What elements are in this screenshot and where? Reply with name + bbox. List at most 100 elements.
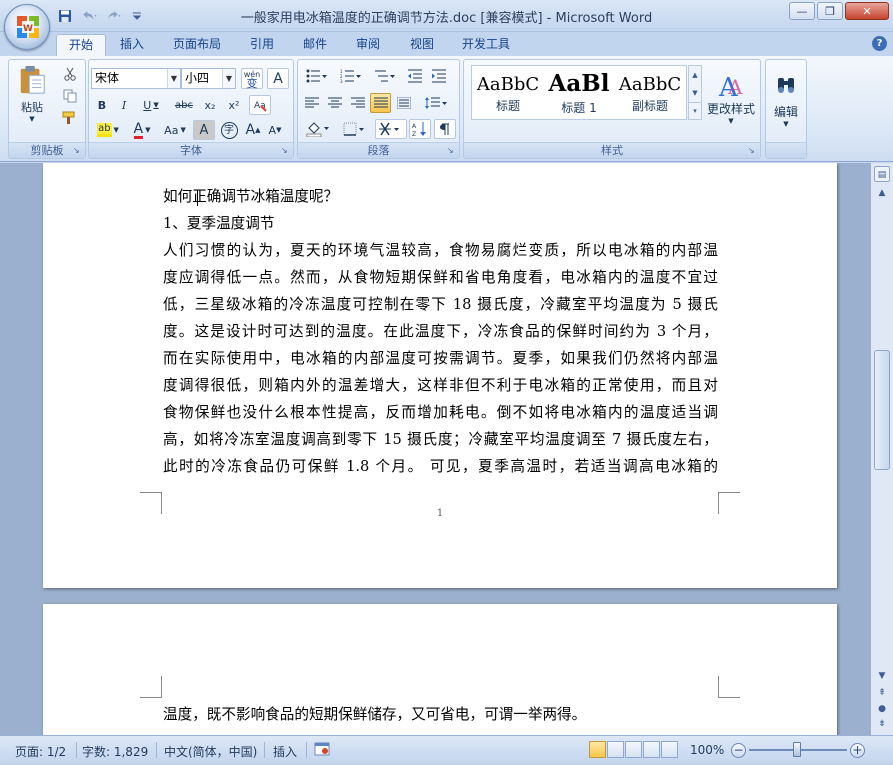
paragraph-launcher-icon[interactable]: ↘ [447, 146, 456, 155]
clear-formatting-button[interactable]: Aa [249, 95, 271, 115]
highlight-button[interactable]: ab ▼ [92, 120, 124, 140]
gallery-up-icon[interactable]: ▲ [689, 66, 701, 84]
doc-line[interactable]: 温度，既不影响食品的短期保鲜储存，又可省电，可谓一举两得。 [163, 701, 718, 728]
font-size-combo[interactable]: 小四 ▼ [181, 68, 236, 89]
page-2[interactable]: 温度，既不影响食品的短期保鲜储存，又可省电，可谓一举两得。 [43, 604, 837, 735]
grow-font-button[interactable]: A ▲ [243, 120, 263, 140]
style-subtitle[interactable]: AaBbC 副标题 [617, 68, 683, 118]
strikethrough-button[interactable]: abc [171, 95, 197, 115]
tab-view[interactable]: 视图 [398, 34, 446, 56]
previous-page-icon[interactable]: ⇞ [874, 685, 890, 701]
gallery-more-icon[interactable]: ▾ [689, 102, 701, 119]
sort-button[interactable]: AZ [409, 119, 431, 139]
superscript-button[interactable]: x² [223, 95, 245, 115]
tab-page-layout[interactable]: 页面布局 [161, 34, 233, 56]
justify-button[interactable] [370, 93, 391, 113]
language-indicator[interactable]: 中文(简体，中国) [164, 743, 257, 760]
align-right-button[interactable] [347, 93, 368, 113]
align-center-button[interactable] [324, 93, 345, 113]
enclose-characters-button[interactable]: 字 [218, 120, 240, 140]
doc-line[interactable]: 人们习惯的认为，夏天的环境气温较高，食物易腐烂变质，所以电冰箱的内部温 [163, 237, 718, 264]
font-size-dropdown-icon[interactable]: ▼ [222, 69, 235, 88]
numbering-button[interactable]: 123 [335, 66, 367, 86]
multilevel-list-button[interactable] [369, 66, 401, 86]
styles-launcher-icon[interactable]: ↘ [748, 146, 757, 155]
character-border-button[interactable]: A [267, 68, 289, 89]
underline-button[interactable]: U ▼ [137, 95, 165, 115]
macro-record-icon[interactable] [314, 741, 330, 760]
document-area[interactable]: 如何正确调节冰箱温度呢？ 1、夏季温度调节 人们习惯的认为，夏天的环境气温较高，… [0, 163, 870, 735]
bold-button[interactable]: B [92, 95, 112, 115]
outline-view-button[interactable] [643, 741, 660, 758]
zoom-in-button[interactable]: + [850, 743, 865, 758]
character-shading-button[interactable]: A [193, 120, 215, 140]
doc-line[interactable]: 1、夏季温度调节 [163, 210, 718, 237]
help-icon[interactable]: ? [872, 36, 887, 51]
style-heading1[interactable]: AaBl 标题 1 [546, 68, 612, 118]
doc-line[interactable]: 度调得很低，则箱内外的温差增大，这样非但不利于电冰箱的正常使用，而且对 [163, 372, 718, 399]
scroll-thumb[interactable] [874, 350, 890, 470]
align-left-button[interactable] [301, 93, 322, 113]
cut-button[interactable] [59, 64, 81, 84]
restore-button[interactable]: ❐ [817, 2, 843, 20]
increase-indent-button[interactable] [428, 66, 450, 86]
change-case-button[interactable]: Aa ▼ [159, 120, 191, 140]
subscript-button[interactable]: x₂ [199, 95, 221, 115]
office-button[interactable]: W [4, 4, 50, 50]
doc-line[interactable]: 度。这是设计时可达到的温度。在此温度下，冷冻食品的保鲜时间约为 3 个月， [163, 318, 718, 345]
font-name-combo[interactable]: 宋体 ▼ [91, 68, 181, 89]
shading-button[interactable] [301, 119, 335, 139]
doc-line[interactable]: 食物保鲜也没什么根本性提高，反而增加耗电。倒不如将电冰箱内的温度适当调 [163, 399, 718, 426]
web-layout-view-button[interactable] [625, 741, 642, 758]
scroll-down-icon[interactable]: ▼ [874, 668, 890, 684]
doc-line[interactable]: 度应调得低一点。然而，从食物短期保鲜和省电角度看，电冰箱内的温度不宜过 [163, 264, 718, 291]
font-launcher-icon[interactable]: ↘ [281, 146, 290, 155]
show-marks-button[interactable] [434, 119, 456, 139]
bullets-button[interactable] [301, 66, 333, 86]
page-1-text[interactable]: 如何正确调节冰箱温度呢？ 1、夏季温度调节 人们习惯的认为，夏天的环境气温较高，… [163, 183, 718, 480]
shrink-font-button[interactable]: A ▼ [265, 120, 285, 140]
doc-line[interactable]: 如何正确调节冰箱温度呢？ [163, 183, 718, 210]
distributed-button[interactable] [393, 93, 414, 113]
next-page-icon[interactable]: ⇟ [874, 716, 890, 732]
doc-line[interactable]: 高，如将冷冻室温度调高到零下 15 摄氏度；冷藏室平均温度调至 7 摄氏度左右， [163, 426, 718, 453]
page-2-text[interactable]: 温度，既不影响食品的短期保鲜储存，又可省电，可谓一举两得。 [163, 701, 718, 728]
select-browse-object-icon[interactable]: ● [874, 701, 890, 717]
tab-insert[interactable]: 插入 [108, 34, 156, 56]
paste-button[interactable]: 粘贴 ▼ [13, 64, 51, 124]
close-button[interactable]: ✕ [845, 2, 889, 20]
phonetic-guide-button[interactable]: wén 变 [241, 68, 263, 89]
draft-view-button[interactable] [661, 741, 678, 758]
ruler-toggle-icon[interactable]: ▤ [874, 166, 890, 182]
zoom-slider-thumb[interactable] [793, 742, 801, 757]
zoom-level[interactable]: 100% [690, 743, 724, 757]
clipboard-launcher-icon[interactable]: ↘ [73, 146, 82, 155]
scroll-up-icon[interactable]: ▲ [874, 185, 890, 201]
font-name-dropdown-icon[interactable]: ▼ [167, 69, 180, 88]
chinese-layout-button[interactable] [375, 119, 407, 139]
tab-review[interactable]: 审阅 [344, 34, 392, 56]
doc-line[interactable]: 而在实际使用中，电冰箱的内部温度可按需调节。夏季，如果我们仍然将内部温 [163, 345, 718, 372]
doc-line[interactable]: 此时的冷冻食品仍可保鲜 1.8 个月。 可见，夏季高温时，若适当调高电冰箱的 [163, 453, 718, 480]
tab-developer[interactable]: 开发工具 [450, 34, 522, 56]
italic-button[interactable]: I [114, 95, 134, 115]
decrease-indent-button[interactable] [404, 66, 426, 86]
line-spacing-button[interactable] [420, 93, 452, 113]
styles-gallery-scroll[interactable]: ▲ ▼ ▾ [688, 65, 702, 120]
format-painter-button[interactable] [59, 108, 81, 128]
word-count[interactable]: 字数: 1,829 [82, 743, 148, 760]
copy-button[interactable] [59, 86, 81, 106]
vertical-scrollbar[interactable]: ▤ ▲ ▼ ⇞ ● ⇟ [870, 163, 893, 735]
page-indicator[interactable]: 页面: 1/2 [15, 743, 66, 760]
font-color-button[interactable]: A ▼ [127, 120, 157, 140]
tab-mailings[interactable]: 邮件 [291, 34, 339, 56]
borders-button[interactable] [338, 119, 372, 139]
minimize-button[interactable]: — [789, 2, 815, 20]
tab-references[interactable]: 引用 [238, 34, 286, 56]
gallery-down-icon[interactable]: ▼ [689, 84, 701, 102]
zoom-out-button[interactable]: − [731, 743, 746, 758]
page-1[interactable]: 如何正确调节冰箱温度呢？ 1、夏季温度调节 人们习惯的认为，夏天的环境气温较高，… [43, 163, 837, 588]
tab-home[interactable]: 开始 [56, 34, 107, 56]
editing-button[interactable]: 编辑 ▼ [768, 64, 804, 138]
print-layout-view-button[interactable] [589, 741, 606, 758]
